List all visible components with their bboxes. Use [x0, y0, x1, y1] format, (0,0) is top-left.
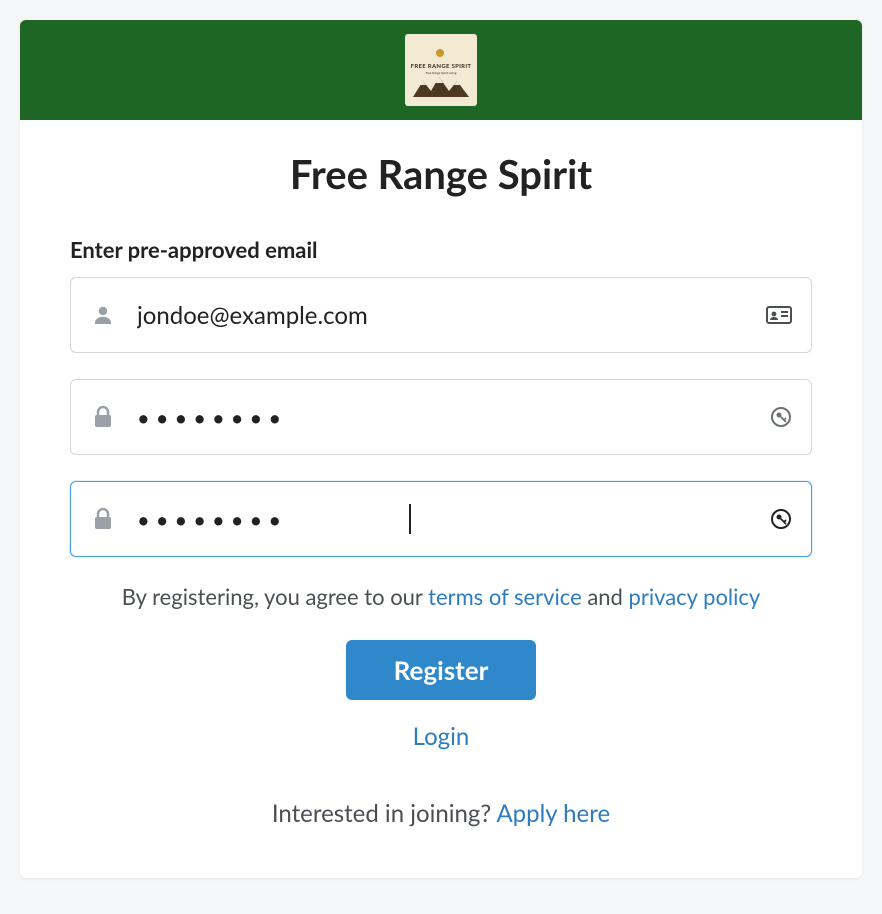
legal-text: By registering, you agree to our terms o…: [70, 583, 812, 610]
header-bar: FREE RANGE SPIRIT Free Range Spirit Livi…: [20, 20, 862, 120]
lock-icon: [89, 405, 117, 429]
legal-middle: and: [582, 583, 629, 610]
key-circle-icon[interactable]: [769, 507, 793, 531]
apply-row: Interested in joining? Apply here: [70, 799, 812, 828]
page-title: Free Range Spirit: [70, 150, 812, 198]
id-card-icon[interactable]: [765, 303, 793, 327]
text-cursor: [409, 504, 411, 534]
mountain-icon: [413, 75, 469, 97]
email-field[interactable]: [137, 301, 753, 330]
password-input-group: [70, 379, 812, 455]
email-label: Enter pre-approved email: [70, 236, 812, 263]
key-circle-icon[interactable]: [769, 405, 793, 429]
form-content: Free Range Spirit Enter pre-approved ema…: [20, 120, 862, 878]
apply-link[interactable]: Apply here: [496, 799, 610, 828]
login-link[interactable]: Login: [413, 722, 470, 751]
register-card: FREE RANGE SPIRIT Free Range Spirit Livi…: [20, 20, 862, 878]
legal-prefix: By registering, you agree to our: [122, 583, 428, 610]
privacy-link[interactable]: privacy policy: [629, 583, 761, 610]
confirm-password-input-group: [70, 481, 812, 557]
tos-link[interactable]: terms of service: [428, 583, 582, 610]
logo-text: FREE RANGE SPIRIT: [411, 63, 472, 70]
email-input-group: [70, 277, 812, 353]
password-field[interactable]: [137, 404, 757, 431]
user-icon: [89, 303, 117, 327]
lock-icon: [89, 507, 117, 531]
register-button[interactable]: Register: [346, 640, 537, 700]
confirm-password-field[interactable]: [137, 506, 411, 533]
logo-sky-icon: [409, 44, 473, 62]
apply-prefix: Interested in joining?: [272, 799, 497, 828]
brand-logo: FREE RANGE SPIRIT Free Range Spirit Livi…: [405, 34, 477, 106]
